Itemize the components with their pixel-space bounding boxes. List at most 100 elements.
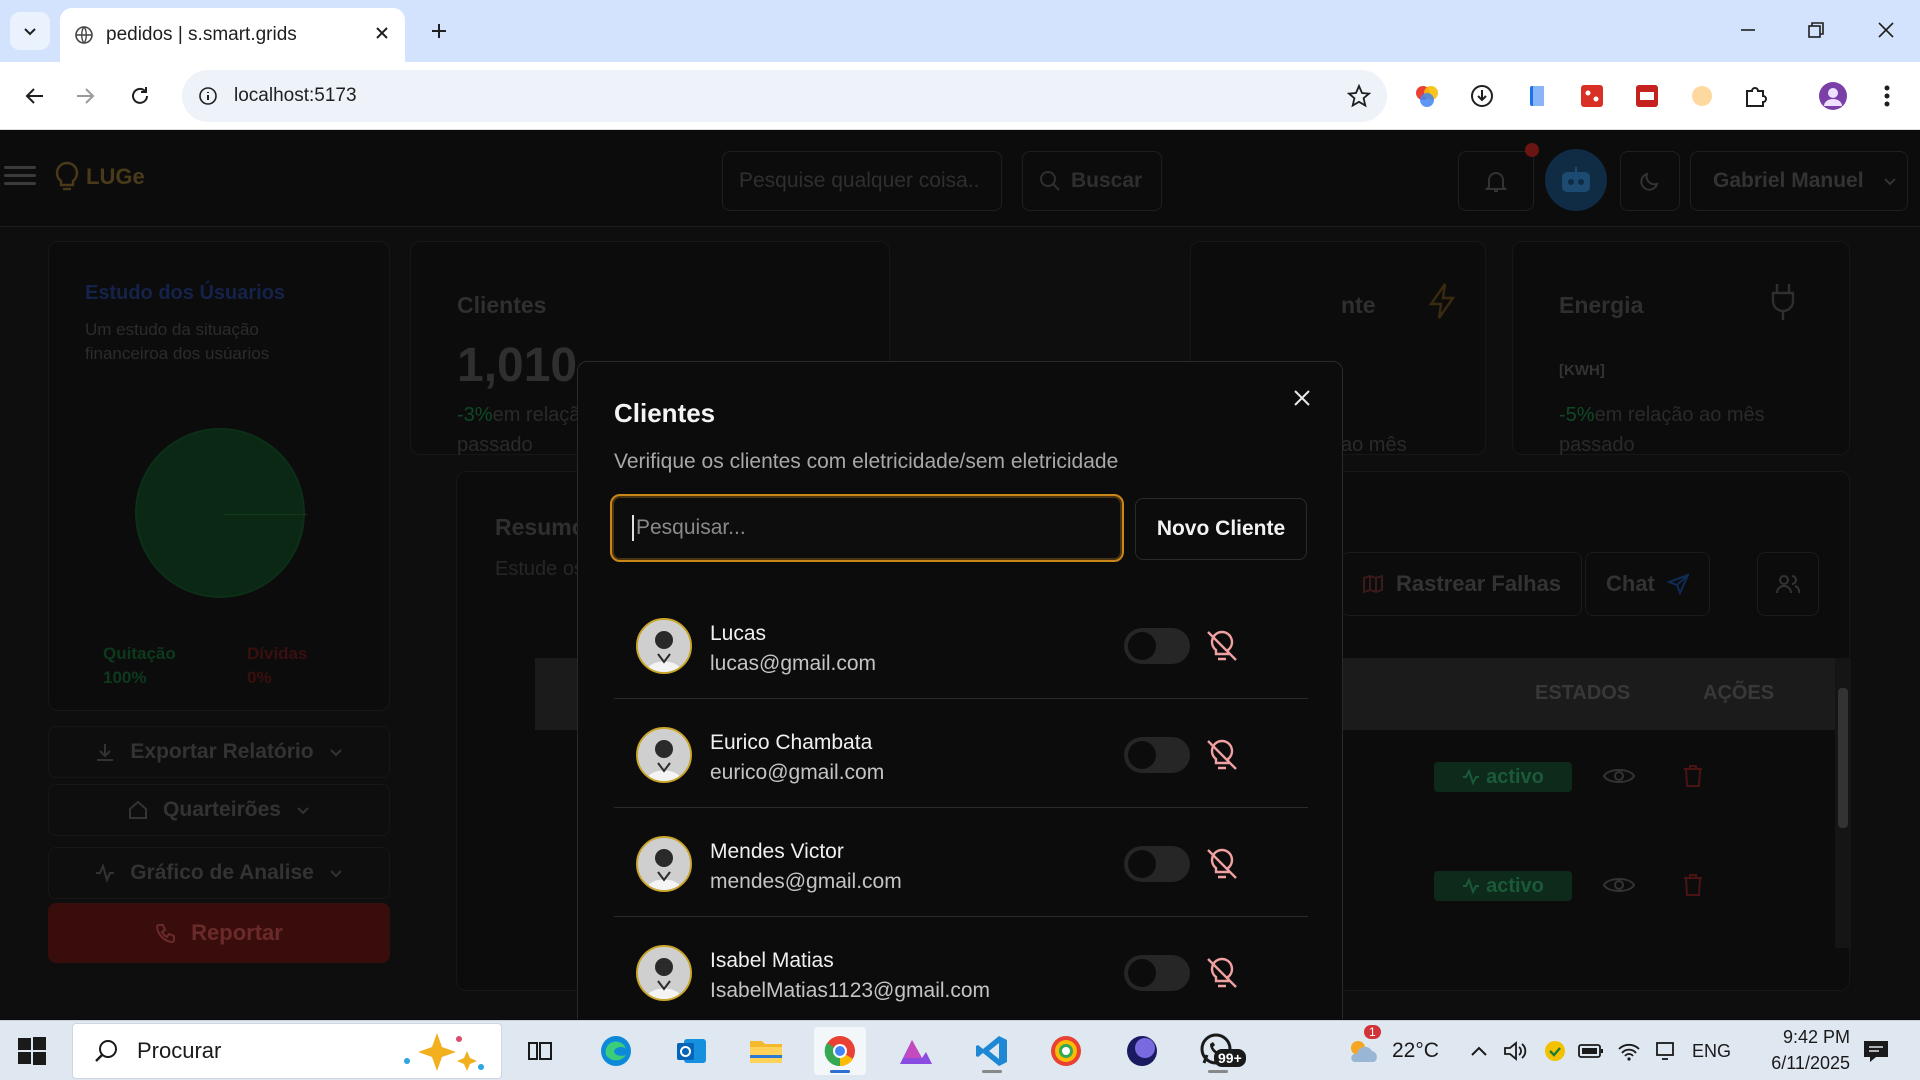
design-app-icon[interactable] [890,1027,942,1075]
extension-sun-icon[interactable] [1685,79,1719,113]
display-icon[interactable] [1648,1027,1682,1075]
new-tab-button[interactable] [422,14,456,48]
summary-subtitle: Estude os [495,558,584,580]
global-search-input[interactable]: Pesquise qualquer coisa.. [722,151,1002,211]
kebab-menu-icon[interactable] [1870,79,1904,113]
chrome-icon[interactable] [814,1027,866,1075]
clock-date[interactable]: 6/11/2025 [1744,1053,1850,1074]
track-faults-button[interactable]: Rastrear Falhas [1341,552,1583,616]
profile-avatar-icon[interactable] [1816,79,1850,113]
extension-colors-icon[interactable] [1410,79,1444,113]
outlook-icon[interactable] [666,1027,718,1075]
status-text: activo [1486,874,1544,897]
lightbulb-off-icon[interactable] [1202,844,1242,884]
users-button[interactable] [1757,552,1819,616]
star-icon[interactable] [1347,84,1371,108]
reload-button[interactable] [120,76,160,116]
client-row: Isabel Matias IsabelMatias1123@gmail.com [614,917,1308,1019]
security-shield-icon[interactable] [1538,1027,1572,1075]
power-toggle[interactable] [1124,737,1190,773]
weather-temperature[interactable]: 22°C [1392,1039,1439,1063]
close-window-button[interactable] [1858,10,1914,50]
home-icon [129,800,148,819]
legend-paid: Quitação 100% [103,642,176,690]
forward-button[interactable] [66,76,106,116]
extension-red2-icon[interactable] [1630,79,1664,113]
whatsapp-icon[interactable]: 99+ [1192,1027,1246,1075]
energy-change-pct: -5% [1559,404,1595,426]
menu-icon[interactable] [4,161,36,193]
battery-icon[interactable] [1574,1027,1608,1075]
blocks-button[interactable]: Quarteirões [48,784,390,836]
moon-icon [1640,172,1659,191]
analysis-chart-button[interactable]: Gráfico de Analise [48,847,390,899]
close-icon [1294,390,1310,406]
client-search-input[interactable]: Pesquisar... [610,494,1124,562]
restore-button[interactable] [1788,10,1844,50]
plus-icon [432,24,446,38]
windows-start-button[interactable] [16,1035,48,1067]
app-topbar: LUGe Pesquise qualquer coisa.. Buscar Ga… [0,131,1920,227]
search-button[interactable]: Buscar [1022,151,1162,211]
power-toggle[interactable] [1124,955,1190,991]
vscode-icon[interactable] [966,1027,1018,1075]
power-stat-change: ao mês [1341,434,1407,456]
user-menu-button[interactable]: Gabriel Manuel [1690,151,1908,211]
minimize-button[interactable] [1720,10,1776,50]
view-eye-icon[interactable] [1601,758,1637,794]
edge-browser-icon[interactable] [590,1027,642,1075]
notifications-button[interactable] [1458,151,1534,211]
info-icon[interactable] [198,86,218,106]
notifications-center-icon[interactable] [1850,1027,1902,1075]
clients-stat-value: 1,010 [457,339,578,392]
whatsapp-badge: 99+ [1214,1049,1246,1067]
chevron-up-icon[interactable] [1462,1027,1496,1075]
col-states: ESTADOS [1535,682,1631,704]
users-study-card: Estudo dos Úsuarios Um estudo da situaçã… [48,241,390,711]
extension-red-icon[interactable] [1575,79,1609,113]
color-app-icon[interactable] [1040,1027,1092,1075]
view-eye-icon[interactable] [1601,867,1637,903]
theme-toggle-button[interactable] [1620,151,1680,211]
delete-trash-icon[interactable] [1675,867,1711,903]
tab-search-button[interactable] [10,12,50,50]
chat-button[interactable]: Chat [1585,552,1710,616]
address-bar[interactable]: localhost:5173 [182,70,1387,122]
download-icon[interactable] [1465,79,1499,113]
client-avatar [636,945,692,1001]
back-button[interactable] [14,76,54,116]
energy-stat-card: Energia [KWH] -5%em relação ao mês passa… [1512,241,1850,456]
assistant-bot-button[interactable] [1545,149,1607,211]
puzzle-icon[interactable] [1738,79,1772,113]
scroll-thumb[interactable] [1838,688,1848,828]
lightbulb-off-icon[interactable] [1202,953,1242,993]
modal-close-button[interactable] [1284,380,1320,416]
delete-trash-icon[interactable] [1675,758,1711,794]
taskbar-search[interactable]: Procurar [72,1023,502,1079]
lightbulb-off-icon[interactable] [1202,626,1242,666]
power-toggle[interactable] [1124,846,1190,882]
file-explorer-icon[interactable] [740,1027,792,1075]
lightbulb-off-icon[interactable] [1202,735,1242,775]
power-toggle[interactable] [1124,628,1190,664]
wifi-icon[interactable] [1612,1027,1646,1075]
task-view-icon[interactable] [514,1027,566,1075]
client-search-placeholder: Pesquisar... [636,516,746,539]
language-indicator[interactable]: ENG [1692,1041,1731,1062]
send-icon [1666,573,1689,595]
sparkle-icon [404,1033,484,1071]
table-scrollbar[interactable] [1835,658,1851,948]
tab-close-icon[interactable] [371,22,393,49]
new-client-button[interactable]: Novo Cliente [1135,498,1307,560]
app-logo[interactable]: LUGe [54,161,145,193]
app-viewport: LUGe Pesquise qualquer coisa.. Buscar Ga… [0,131,1920,1019]
windows-taskbar: Procurar 99+ 1 22°C ENG 9:42 PM 6/11/202… [0,1020,1920,1080]
client-name: Mendes Victor [710,840,844,863]
report-button[interactable]: Reportar [48,903,390,963]
volume-icon[interactable] [1498,1027,1532,1075]
purple-app-icon[interactable] [1116,1027,1168,1075]
export-report-button[interactable]: Exportar Relatório [48,726,390,778]
clock-time[interactable]: 9:42 PM [1754,1027,1850,1048]
extension-doc-icon[interactable] [1520,79,1554,113]
browser-tab[interactable]: pedidos | s.smart.grids [60,8,405,62]
